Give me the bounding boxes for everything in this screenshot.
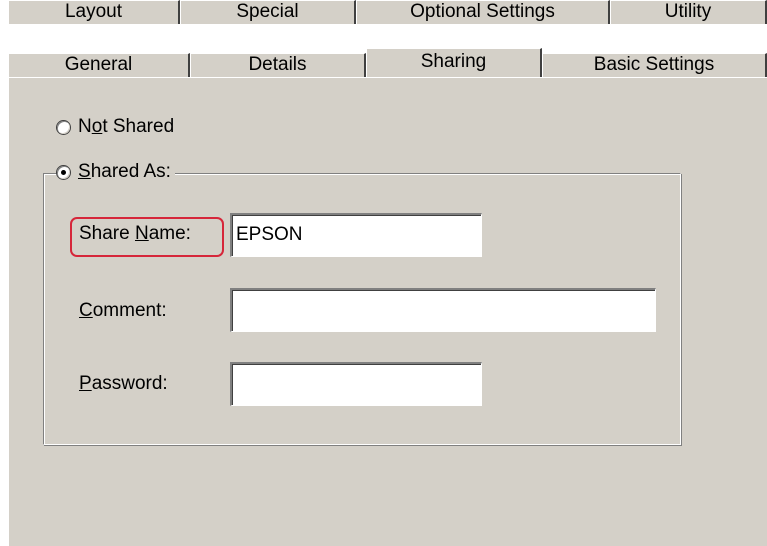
not-shared-option[interactable]: Not Shared	[57, 115, 179, 139]
tab-special[interactable]: Special	[180, 0, 356, 24]
shared-as-label: Shared As:	[78, 161, 171, 182]
password-input[interactable]	[230, 362, 482, 406]
tab-basic-settings[interactable]: Basic Settings	[542, 53, 767, 77]
password-label: Password:	[79, 373, 168, 394]
tab-optional-settings[interactable]: Optional Settings	[356, 0, 610, 24]
shared-as-radio[interactable]	[57, 165, 70, 179]
share-name-label: Share Name:	[79, 223, 191, 244]
comment-input[interactable]	[230, 288, 656, 332]
tab-utility[interactable]: Utility	[610, 0, 767, 24]
share-name-input[interactable]: EPSON	[230, 213, 482, 257]
sharing-panel: Not Shared Shared As: Share Name: EPSON …	[8, 77, 767, 546]
tab-sharing[interactable]: Sharing	[366, 48, 542, 77]
tab-layout[interactable]: Layout	[8, 0, 180, 24]
not-shared-radio[interactable]	[57, 120, 70, 134]
not-shared-label: Not Shared	[78, 116, 175, 137]
tab-details[interactable]: Details	[190, 53, 366, 77]
shared-as-option[interactable]: Shared As:	[57, 160, 175, 184]
comment-label: Comment:	[79, 300, 167, 321]
printer-properties-dialog: Layout Special Optional Settings Utility…	[0, 0, 767, 546]
tab-general[interactable]: General	[8, 53, 190, 77]
